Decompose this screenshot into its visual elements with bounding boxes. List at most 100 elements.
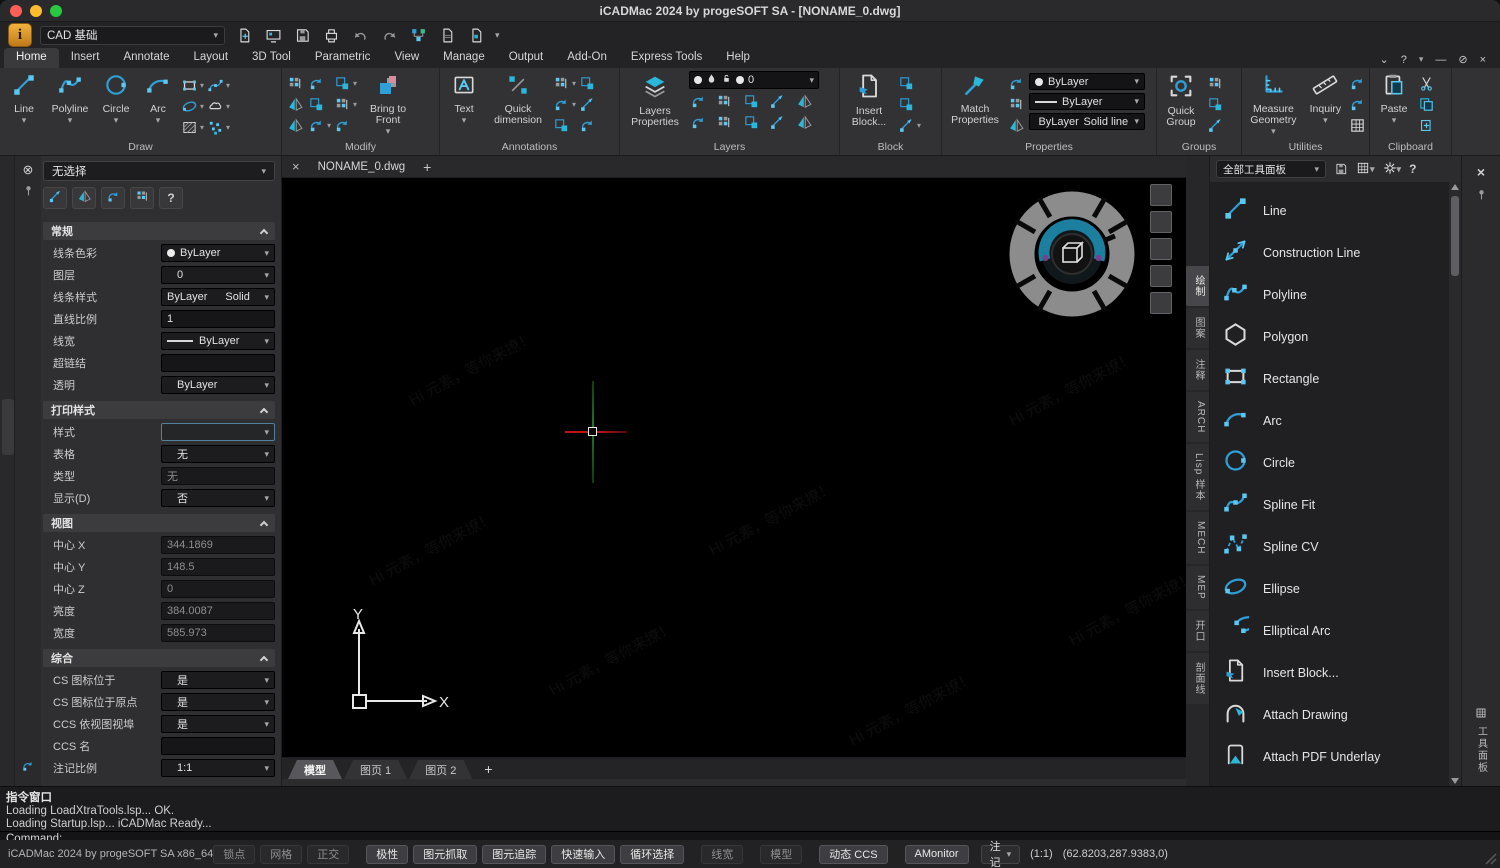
palette-item-attach-pdf[interactable]: Attach PDF Underlay — [1222, 736, 1449, 778]
text-style-icon[interactable] — [578, 74, 597, 93]
menu-tab-express-tools[interactable]: Express Tools — [619, 48, 714, 68]
scroll-up-icon[interactable] — [1451, 184, 1459, 190]
measure-geometry-button[interactable]: Measure Geometry▾ — [1244, 71, 1303, 137]
minimize-ribbon-icon[interactable]: — — [1435, 54, 1446, 66]
layer-delete-icon[interactable] — [795, 113, 814, 132]
palette-item-circle[interactable]: Circle — [1222, 442, 1449, 484]
rotate-icon[interactable] — [333, 74, 352, 93]
status-toggle-网格[interactable]: 网格 — [260, 845, 302, 864]
linetype-list-icon[interactable] — [1007, 95, 1026, 114]
insert-block-button[interactable]: Insert Block... — [844, 71, 894, 129]
quick-calc-icon[interactable] — [1348, 74, 1367, 93]
超链结-input[interactable] — [161, 354, 275, 372]
left-dock-tab[interactable] — [2, 399, 14, 455]
透明-dropdown[interactable]: ByLayer▾ — [161, 376, 275, 394]
explode-icon[interactable] — [333, 116, 352, 135]
section-header[interactable]: 打印样式 — [43, 401, 275, 419]
group-edit-icon[interactable] — [1206, 74, 1225, 93]
undo-icon[interactable] — [349, 24, 371, 46]
palette-tab-开口[interactable]: 开口 — [1186, 611, 1209, 651]
save-icon[interactable] — [291, 24, 313, 46]
layer-previous-icon[interactable] — [742, 113, 761, 132]
array-icon[interactable] — [307, 116, 326, 135]
close-document-icon[interactable]: × — [1480, 54, 1486, 66]
图层-dropdown[interactable]: 0▾ — [161, 266, 275, 284]
CS 图标位于原点-dropdown[interactable]: 是▾ — [161, 693, 275, 711]
ellipse-icon[interactable] — [180, 97, 199, 116]
group-select-icon[interactable] — [1206, 95, 1225, 114]
CCS 依视图视埠-dropdown[interactable]: 是▾ — [161, 715, 275, 733]
layer-match-icon[interactable] — [715, 113, 734, 132]
create-block-icon[interactable] — [897, 74, 916, 93]
线条样式-dropdown[interactable]: ByLayerSolid▾ — [161, 288, 275, 306]
qat-overflow-caret[interactable]: ▾ — [495, 31, 500, 40]
palette-tab-绘制[interactable]: 绘制 — [1186, 266, 1209, 306]
save-palette-icon[interactable] — [1334, 162, 1348, 176]
resize-grip-icon[interactable] — [1483, 851, 1497, 865]
lineweight-settings-icon[interactable] — [1007, 116, 1026, 135]
status-toggle-正交[interactable]: 正交 — [307, 845, 349, 864]
status-toggle-图元追踪[interactable]: 图元追踪 — [482, 845, 546, 864]
palette-tab-Lisp 样本[interactable]: Lisp 样本 — [1186, 444, 1209, 510]
直线比例-input[interactable]: 1 — [161, 310, 275, 328]
edit-block-icon[interactable] — [897, 95, 916, 114]
dimension-icon[interactable] — [552, 74, 571, 93]
document-tab[interactable]: NONAME_0.dwg — [310, 159, 414, 175]
palette-tab-MEP[interactable]: MEP — [1186, 566, 1209, 609]
sheet-tab-模型[interactable]: 模型 — [288, 760, 342, 779]
bring-to-front-button[interactable]: Bring to Front▾ — [360, 73, 416, 137]
menu-tab-insert[interactable]: Insert — [59, 48, 112, 68]
doc2-icon[interactable] — [465, 24, 487, 46]
layer-state-icon[interactable] — [795, 92, 814, 111]
view-button[interactable] — [1150, 184, 1172, 206]
nodes-icon[interactable] — [407, 24, 429, 46]
palette-tab-剖面线[interactable]: 剖面线 — [1186, 653, 1209, 704]
view-button[interactable] — [1150, 292, 1172, 314]
annotation-scale-dropdown[interactable]: 注记▾ — [981, 845, 1021, 864]
layers-properties-button[interactable]: Layers Properties — [624, 71, 686, 129]
mirror-icon[interactable] — [286, 95, 305, 114]
layer-merge-icon[interactable] — [768, 113, 787, 132]
palette-item-rectangle[interactable]: Rectangle — [1222, 358, 1449, 400]
layer-dropdown[interactable]: 0 ▾ — [689, 71, 819, 89]
status-toggle-动态 CCS[interactable]: 动态 CCS — [819, 845, 887, 864]
text-align-icon[interactable] — [552, 95, 571, 114]
status-toggle-线宽[interactable]: 线宽 — [701, 845, 743, 864]
样式-dropdown[interactable]: ▾ — [161, 423, 275, 441]
close-tab-icon[interactable]: × — [292, 159, 300, 174]
match-properties-button[interactable]: Match Properties — [946, 71, 1004, 127]
view-button[interactable] — [1150, 211, 1172, 233]
annotation-swap-icon[interactable] — [578, 116, 597, 135]
palette-item-spline-fit[interactable]: Spline Fit — [1222, 484, 1449, 526]
add-sheet-icon[interactable]: + — [474, 761, 502, 779]
selection-dropdown[interactable]: 无选择 ▾ — [43, 161, 275, 181]
scroll-down-icon[interactable] — [1451, 778, 1459, 784]
palette-item-polygon[interactable]: Polygon — [1222, 316, 1449, 358]
palette-scrollbar[interactable] — [1449, 182, 1461, 786]
spline-icon[interactable] — [206, 76, 225, 95]
quick-dimension-button[interactable]: Quick dimension — [487, 71, 549, 127]
section-header[interactable]: 常规 — [43, 222, 275, 240]
select-elements-icon[interactable] — [43, 187, 67, 209]
线条色彩-dropdown[interactable]: ByLayer▾ — [161, 244, 275, 262]
layer-isolate-icon[interactable] — [689, 92, 708, 111]
quick-group-button[interactable]: Quick Group — [1159, 71, 1203, 129]
menu-tab-add-on[interactable]: Add-On — [555, 48, 619, 68]
palette-item-ellipse[interactable]: Ellipse — [1222, 568, 1449, 610]
palette-tab-ARCH[interactable]: ARCH — [1186, 392, 1209, 442]
render-icon[interactable] — [262, 24, 284, 46]
clean-screen-icon[interactable]: ⊘ — [1458, 53, 1467, 66]
scrollbar-thumb[interactable] — [1451, 196, 1459, 276]
status-toggle-极性[interactable]: 极性 — [366, 845, 408, 864]
view-button[interactable] — [1150, 265, 1172, 287]
palette-item-construction-line[interactable]: Construction Line — [1222, 232, 1449, 274]
palette-tab-图案[interactable]: 图案 — [1186, 308, 1209, 348]
layer-freeze-icon[interactable] — [742, 92, 761, 111]
doc-icon[interactable] — [436, 24, 458, 46]
section-header[interactable]: 视图 — [43, 514, 275, 532]
lineweight-dropdown[interactable]: ByLayer ▾ — [1029, 93, 1145, 110]
menu-tab-manage[interactable]: Manage — [431, 48, 497, 68]
new-tab-icon[interactable]: + — [423, 159, 431, 175]
pin-icon[interactable] — [22, 184, 35, 202]
workspace-dropdown[interactable]: CAD 基础 ▾ — [40, 26, 225, 45]
